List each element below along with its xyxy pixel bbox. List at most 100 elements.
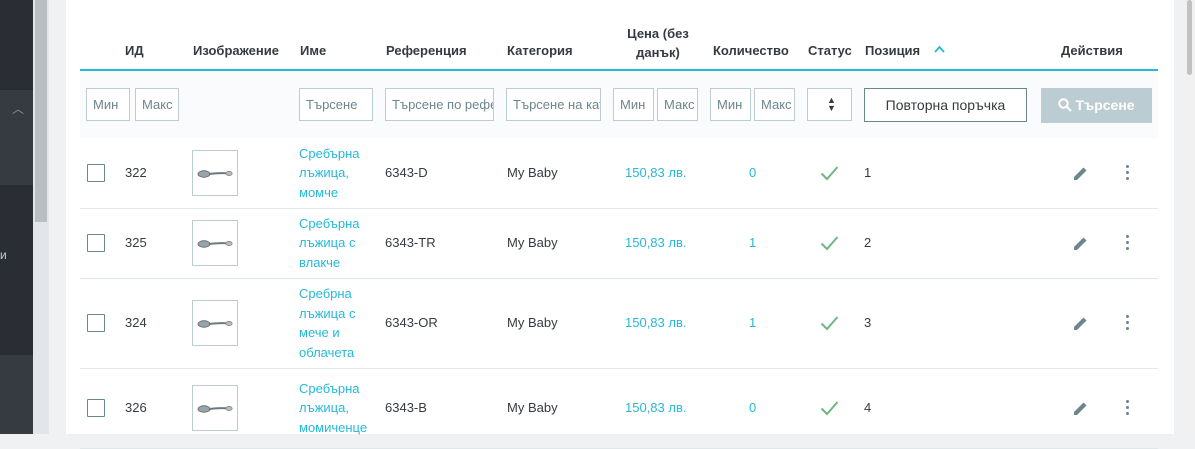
- edit-pencil-icon[interactable]: [1072, 400, 1089, 417]
- product-thumbnail[interactable]: [192, 300, 238, 346]
- filter-id-max-input[interactable]: Макс: [135, 88, 179, 121]
- more-actions-icon[interactable]: [1125, 235, 1131, 253]
- product-id: 325: [125, 235, 147, 250]
- product-name-line: облачета: [299, 344, 355, 360]
- product-name-line: момиченце: [299, 419, 368, 435]
- product-name-link[interactable]: Сребърна лъжица, момче: [299, 144, 379, 203]
- sort-ascending-icon[interactable]: [934, 45, 945, 53]
- status-enabled-check-icon[interactable]: [820, 235, 839, 251]
- product-name-line: мече и: [299, 325, 340, 340]
- header-image: Изображение: [193, 43, 279, 58]
- header-price-line2: данък): [636, 45, 680, 60]
- header-category[interactable]: Категория: [507, 43, 573, 58]
- sidebar-scroll-thumb[interactable]: [35, 0, 47, 222]
- header-price-line1: Цена (без: [627, 26, 689, 41]
- page-scroll-thumb[interactable]: [1187, 0, 1192, 75]
- product-category: My Baby: [507, 165, 558, 180]
- product-name-line: лъжица с: [299, 235, 356, 251]
- header-status[interactable]: Статус: [808, 43, 852, 58]
- filter-qty-min-input[interactable]: Мин: [710, 88, 751, 121]
- product-id: 324: [125, 315, 147, 330]
- product-thumbnail[interactable]: [192, 150, 238, 196]
- product-quantity-link[interactable]: 1: [749, 235, 756, 250]
- product-name-line: Сребърна: [299, 380, 360, 396]
- product-name-line: момче: [299, 184, 339, 200]
- select-updown-icon: ▲ ▼: [827, 95, 836, 113]
- product-quantity-link[interactable]: 0: [749, 400, 756, 415]
- product-price-link[interactable]: 150,83 лв.: [625, 315, 686, 330]
- product-name-line: лъжица,: [299, 400, 349, 416]
- admin-sidebar: ︿ и: [0, 0, 33, 434]
- header-quantity[interactable]: Количество: [713, 43, 789, 58]
- table-row: 326 Сребърна лъжица, момиченце 6343-B My B…: [80, 368, 1158, 449]
- product-position: 4: [864, 400, 872, 415]
- more-actions-icon[interactable]: [1125, 400, 1131, 418]
- product-reference: 6343-TR: [385, 235, 436, 250]
- more-actions-icon[interactable]: [1125, 315, 1131, 333]
- filter-id-min-input[interactable]: Мин: [86, 88, 130, 121]
- product-name-link[interactable]: Сребрна лъжица с мече и облачета: [299, 284, 379, 362]
- product-reference: 6343-B: [385, 400, 427, 415]
- sidebar-scrollbar[interactable]: [33, 0, 49, 434]
- product-price-link[interactable]: 150,83 лв.: [625, 235, 686, 250]
- product-quantity-link[interactable]: 0: [749, 165, 756, 180]
- table-row: 325 Сребърна лъжица с влакче 6343-TR My Ba…: [80, 208, 1158, 279]
- product-name-link[interactable]: Сребърна лъжица с влакче: [299, 214, 379, 273]
- status-enabled-check-icon[interactable]: [820, 165, 839, 181]
- edit-pencil-icon[interactable]: [1072, 165, 1089, 182]
- product-id: 322: [125, 165, 147, 180]
- product-category: My Baby: [507, 315, 558, 330]
- edit-pencil-icon[interactable]: [1072, 315, 1089, 332]
- product-quantity-link[interactable]: 1: [749, 315, 756, 330]
- product-name-line: Сребърна: [299, 145, 360, 161]
- filter-price-max-input[interactable]: Макс: [657, 88, 698, 121]
- product-position: 1: [864, 165, 872, 180]
- product-price-link[interactable]: 150,83 лв.: [625, 400, 686, 415]
- header-name[interactable]: Име: [300, 43, 326, 58]
- search-button[interactable]: Търсене: [1041, 88, 1152, 123]
- more-actions-icon[interactable]: [1125, 165, 1131, 183]
- header-price[interactable]: Цена (без данък): [622, 24, 694, 62]
- product-name-line: Сребърна: [299, 215, 360, 231]
- filter-name-input[interactable]: Търсене: [299, 88, 373, 121]
- filter-reference-input[interactable]: Търсене по референция: [385, 88, 494, 121]
- spoon-image-icon: [197, 320, 233, 328]
- product-thumbnail[interactable]: [192, 385, 238, 431]
- product-name-link[interactable]: Сребърна лъжица, момиченце: [299, 379, 379, 438]
- filter-status-select[interactable]: ▲ ▼: [807, 88, 852, 121]
- row-checkbox[interactable]: [87, 399, 105, 417]
- product-price-link[interactable]: 150,83 лв.: [625, 165, 686, 180]
- search-button-label: Търсене: [1075, 97, 1135, 113]
- sidebar-label-fragment: и: [0, 248, 7, 262]
- page-scrollbar[interactable]: [1184, 0, 1195, 434]
- reorder-button[interactable]: Повторна поръчка: [864, 88, 1027, 122]
- edit-pencil-icon[interactable]: [1072, 235, 1089, 252]
- filter-category-input[interactable]: Търсене на категория: [506, 88, 601, 121]
- product-thumbnail[interactable]: [192, 220, 238, 266]
- header-id[interactable]: ИД: [125, 43, 144, 58]
- sidebar-menu-item[interactable]: [0, 185, 33, 355]
- sidebar-menu-item[interactable]: [0, 0, 33, 90]
- header-position[interactable]: Позиция: [865, 43, 920, 58]
- header-reference[interactable]: Референция: [386, 43, 467, 58]
- spoon-image-icon: [197, 405, 233, 413]
- spoon-image-icon: [197, 170, 233, 178]
- table-row: 324 Сребрна лъжица с мече и облачета 6343-O…: [80, 278, 1158, 369]
- product-name-line: лъжица,: [299, 165, 349, 181]
- status-enabled-check-icon[interactable]: [820, 315, 839, 331]
- filter-price-min-input[interactable]: Мин: [613, 88, 654, 121]
- product-reference: 6343-D: [385, 165, 428, 180]
- product-position: 2: [864, 235, 872, 250]
- row-checkbox[interactable]: [87, 234, 105, 252]
- row-checkbox[interactable]: [87, 164, 105, 182]
- status-enabled-check-icon[interactable]: [820, 400, 839, 416]
- product-reference: 6343-OR: [385, 315, 438, 330]
- row-checkbox[interactable]: [87, 314, 105, 332]
- chevron-up-icon[interactable]: ︿: [12, 100, 24, 117]
- table-row: 322 Сребърна лъжица, момче 6343-D My Baby …: [80, 138, 1158, 209]
- product-position: 3: [864, 315, 872, 330]
- product-category: My Baby: [507, 400, 558, 415]
- product-category: My Baby: [507, 235, 558, 250]
- filter-qty-max-input[interactable]: Макс: [754, 88, 795, 121]
- search-icon: [1058, 98, 1073, 112]
